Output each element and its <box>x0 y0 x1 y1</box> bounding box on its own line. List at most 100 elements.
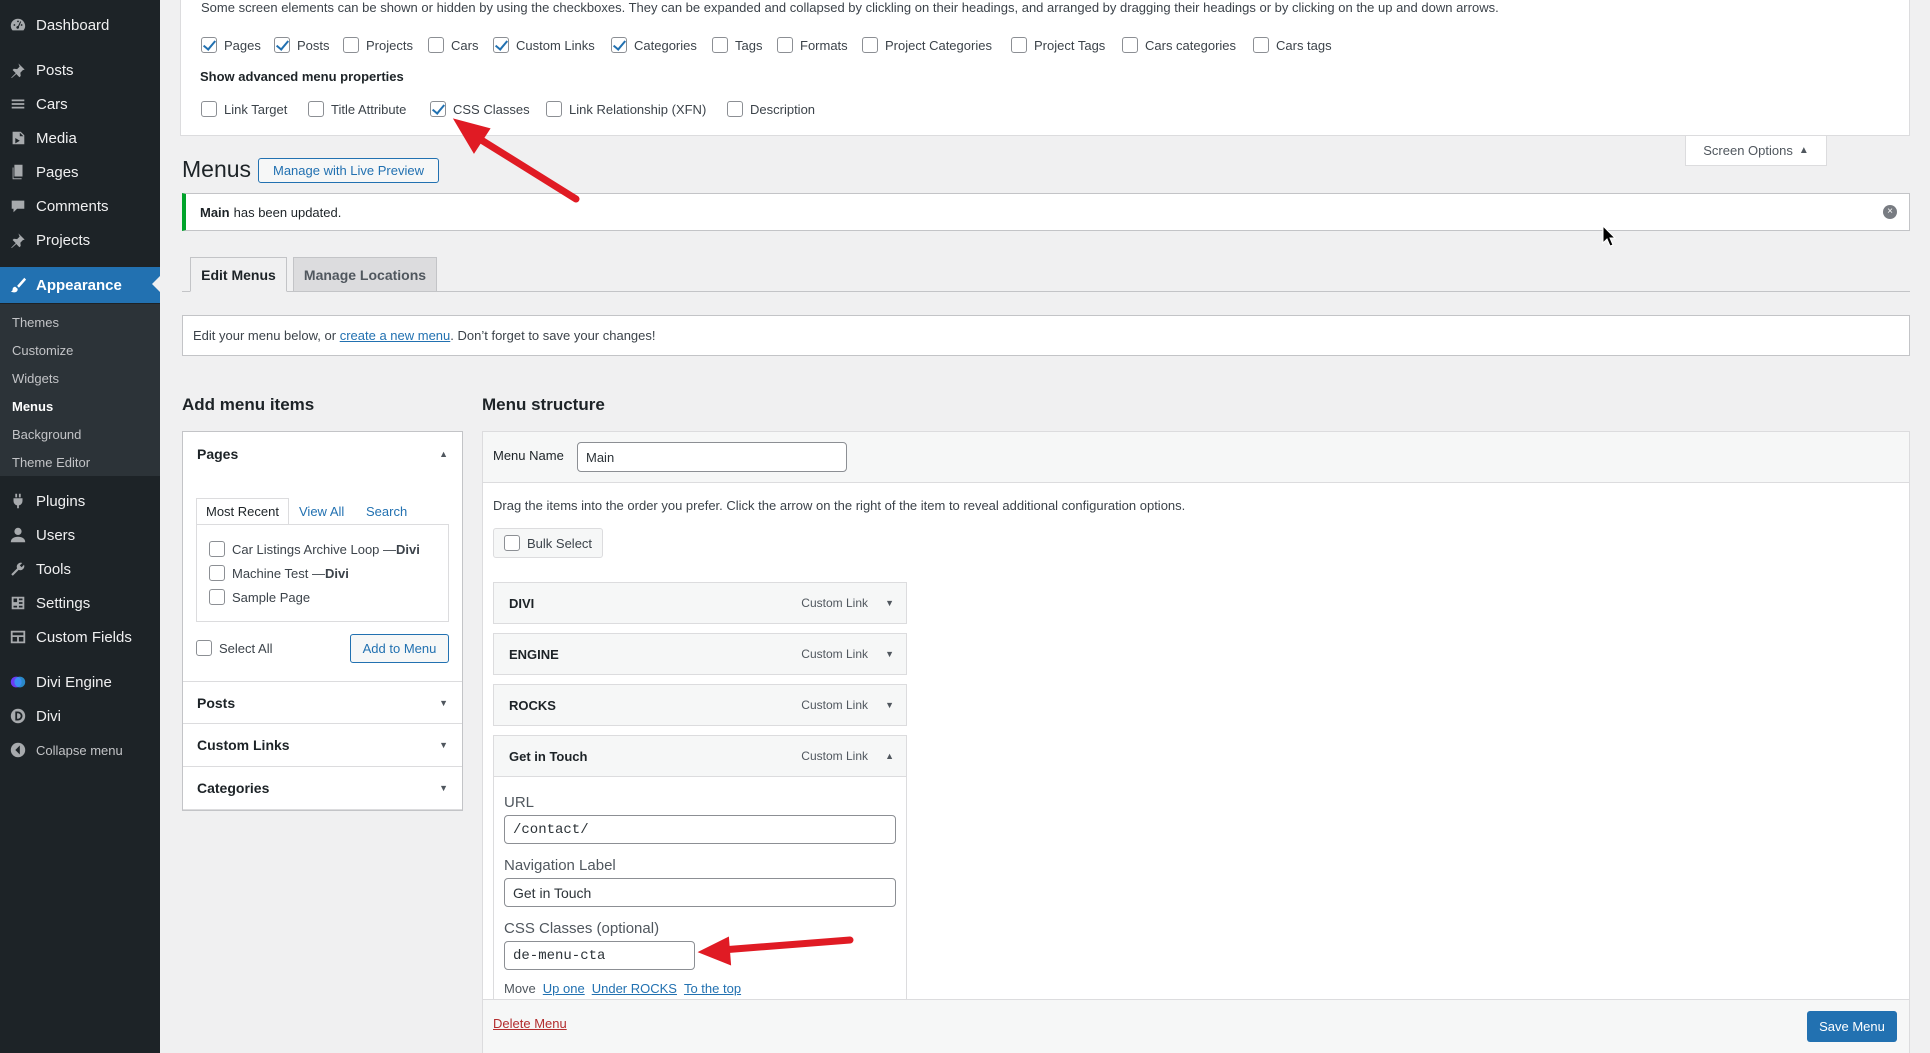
menu-item[interactable]: DIVI Custom Link ▼ <box>493 582 907 624</box>
nav-custom-fields[interactable]: Custom Fields <box>0 620 160 654</box>
checkbox[interactable] <box>201 101 217 117</box>
checkbox[interactable] <box>1253 37 1269 53</box>
save-menu-button[interactable]: Save Menu <box>1807 1011 1897 1042</box>
checkbox[interactable] <box>343 37 359 53</box>
nav-divi-engine[interactable]: Divi Engine <box>0 665 160 699</box>
css-classes-input[interactable]: de-menu-cta <box>504 941 695 970</box>
select-all-pages[interactable]: Select All <box>196 640 272 656</box>
submenu-widgets[interactable]: Widgets <box>12 371 59 386</box>
menu-item[interactable]: ENGINE Custom Link ▼ <box>493 633 907 675</box>
tab-edit-menus[interactable]: Edit Menus <box>190 257 287 292</box>
nav-users[interactable]: Users <box>0 518 160 552</box>
advanced-description[interactable]: Description <box>727 101 815 117</box>
screen-option-formats[interactable]: Formats <box>777 37 848 53</box>
accordion-categories[interactable]: Categories ▼ <box>183 767 462 810</box>
screen-options-toggle[interactable]: Screen Options ▲ <box>1685 136 1827 166</box>
checkbox[interactable] <box>1122 37 1138 53</box>
nav-media[interactable]: Media <box>0 121 160 155</box>
advanced-link-target[interactable]: Link Target <box>201 101 287 117</box>
checkbox[interactable] <box>196 640 212 656</box>
screen-option-project-categories[interactable]: Project Categories <box>862 37 992 53</box>
advanced-title-attribute[interactable]: Title Attribute <box>308 101 406 117</box>
nav-cars[interactable]: Cars <box>0 87 160 121</box>
nav-plugins[interactable]: Plugins <box>0 484 160 518</box>
tab-most-recent[interactable]: Most Recent <box>196 498 289 525</box>
nav-appearance[interactable]: Appearance <box>0 267 160 303</box>
screen-option-cars-categories[interactable]: Cars categories <box>1122 37 1236 53</box>
checkbox[interactable] <box>209 589 225 605</box>
checkbox[interactable] <box>712 37 728 53</box>
nav-divi[interactable]: Divi <box>0 699 160 733</box>
nav-pages[interactable]: Pages <box>0 155 160 189</box>
create-new-menu-link[interactable]: create a new menu <box>340 328 451 343</box>
move-up-one-link[interactable]: Up one <box>543 981 585 996</box>
nav-dashboard[interactable]: Dashboard <box>0 8 160 42</box>
screen-option-tags[interactable]: Tags <box>712 37 762 53</box>
checkbox[interactable] <box>546 101 562 117</box>
tab-manage-locations[interactable]: Manage Locations <box>293 257 437 292</box>
checkbox[interactable] <box>201 37 217 53</box>
page-checkbox-item[interactable]: Car Listings Archive Loop — Divi <box>209 541 420 557</box>
page-checkbox-item[interactable]: Machine Test — Divi <box>209 565 349 581</box>
move-to-top-link[interactable]: To the top <box>684 981 741 996</box>
menu-item-expanded[interactable]: Get in Touch Custom Link ▲ <box>493 735 907 777</box>
page-checkbox-item[interactable]: Sample Page <box>209 589 310 605</box>
delete-menu-link[interactable]: Delete Menu <box>493 1016 567 1031</box>
url-input[interactable]: /contact/ <box>504 815 896 844</box>
submenu-menus[interactable]: Menus <box>12 399 53 414</box>
checkbox[interactable] <box>209 565 225 581</box>
submenu-themes[interactable]: Themes <box>12 315 59 330</box>
triangle-down-icon[interactable]: ▼ <box>885 598 894 608</box>
accordion-posts[interactable]: Posts ▼ <box>183 681 462 724</box>
tab-view-all[interactable]: View All <box>299 498 344 525</box>
submenu-background[interactable]: Background <box>12 427 81 442</box>
advanced-link-relationship[interactable]: Link Relationship (XFN) <box>546 101 706 117</box>
nav-projects[interactable]: Projects <box>0 223 160 257</box>
triangle-down-icon[interactable]: ▼ <box>885 649 894 659</box>
checkbox[interactable] <box>209 541 225 557</box>
accordion-custom-links[interactable]: Custom Links ▼ <box>183 724 462 767</box>
nav-tools[interactable]: Tools <box>0 552 160 586</box>
menu-name-input[interactable]: Main <box>577 442 847 472</box>
screen-option-posts[interactable]: Posts <box>274 37 330 53</box>
checkbox[interactable] <box>727 101 743 117</box>
screen-option-cars[interactable]: Cars <box>428 37 478 53</box>
nav-posts[interactable]: Posts <box>0 53 160 87</box>
add-to-menu-button[interactable]: Add to Menu <box>350 634 449 663</box>
live-preview-button[interactable]: Manage with Live Preview <box>258 158 439 183</box>
submenu-customize[interactable]: Customize <box>12 343 73 358</box>
screen-option-pages[interactable]: Pages <box>201 37 261 53</box>
advanced-css-classes[interactable]: CSS Classes <box>430 101 530 117</box>
nav-settings[interactable]: Settings <box>0 586 160 620</box>
checkbox[interactable] <box>308 101 324 117</box>
nav-collapse-menu[interactable]: Collapse menu <box>0 733 160 767</box>
checkbox[interactable] <box>428 37 444 53</box>
triangle-up-icon[interactable]: ▲ <box>885 751 894 761</box>
screen-option-cars-tags[interactable]: Cars tags <box>1253 37 1332 53</box>
navigation-label-input[interactable]: Get in Touch <box>504 878 896 907</box>
tab-search[interactable]: Search <box>366 498 407 525</box>
screen-option-projects[interactable]: Projects <box>343 37 413 53</box>
screen-option-project-tags[interactable]: Project Tags <box>1011 37 1105 53</box>
bulk-select-toggle[interactable]: Bulk Select <box>493 528 604 558</box>
page-title: Menus <box>182 156 252 182</box>
checkbox-label: Cars tags <box>1276 37 1332 53</box>
menu-item[interactable]: ROCKS Custom Link ▼ <box>493 684 907 726</box>
accordion-pages[interactable]: Pages ▲ <box>183 432 462 475</box>
checkbox[interactable] <box>1011 37 1027 53</box>
checkbox[interactable] <box>611 37 627 53</box>
checkbox[interactable] <box>493 37 509 53</box>
triangle-down-icon[interactable]: ▼ <box>885 700 894 710</box>
submenu-theme-editor[interactable]: Theme Editor <box>12 455 90 470</box>
checkbox[interactable] <box>274 37 290 53</box>
nav-comments[interactable]: Comments <box>0 189 160 223</box>
move-under-link[interactable]: Under ROCKS <box>592 981 677 996</box>
menu-item-title: DIVI <box>509 595 535 611</box>
checkbox[interactable] <box>777 37 793 53</box>
screen-option-categories[interactable]: Categories <box>611 37 697 53</box>
screen-option-custom-links[interactable]: Custom Links <box>493 37 595 53</box>
checkbox[interactable] <box>504 535 520 551</box>
checkbox[interactable] <box>430 101 446 117</box>
dismiss-icon[interactable]: × <box>1883 205 1897 219</box>
checkbox[interactable] <box>862 37 878 53</box>
